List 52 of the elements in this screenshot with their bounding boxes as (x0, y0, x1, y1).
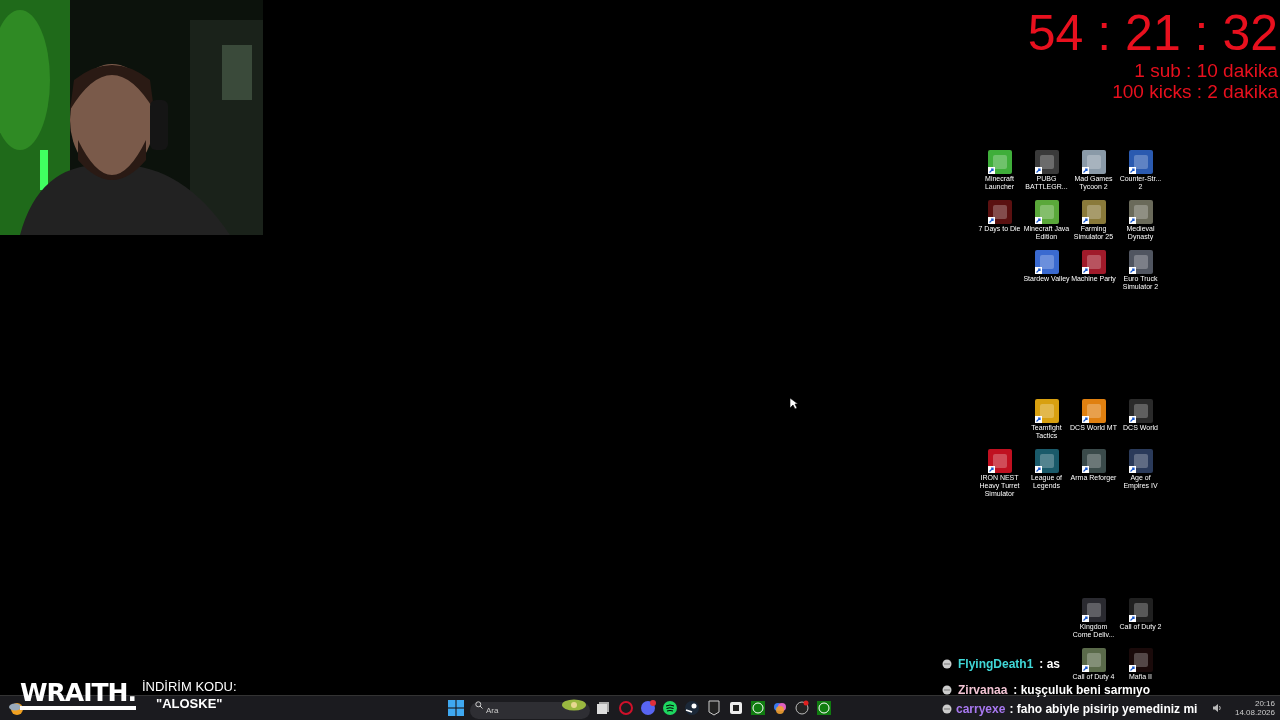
shortcut-icon[interactable] (1128, 249, 1153, 274)
task-view-icon[interactable] (596, 700, 612, 716)
shortcut-icon[interactable] (1081, 399, 1106, 423)
user-badge-icon (942, 659, 952, 669)
discount-caption: İNDİRİM KODU: (141, 680, 237, 695)
shortcut-icon[interactable] (987, 199, 1012, 224)
user-badge-icon (942, 704, 952, 714)
square-icon[interactable] (728, 700, 744, 716)
shortcut-icon[interactable] (1128, 199, 1153, 224)
stripes-icon[interactable] (662, 700, 678, 716)
brand-logo: WRAITH. (20, 680, 136, 710)
shortcut-icon[interactable] (1128, 150, 1153, 174)
shortcut-icon[interactable] (1034, 448, 1059, 473)
chat-username: carryexe (956, 702, 1006, 716)
shortcut-icon[interactable] (1081, 249, 1106, 274)
cursor-icon (790, 398, 798, 410)
shortcut-icon[interactable] (1034, 249, 1059, 274)
shortcut-icon[interactable] (1081, 647, 1106, 672)
shortcut-icon[interactable] (1081, 448, 1106, 473)
countdown-timer: 54 : 21 : 32 (1027, 6, 1278, 61)
ring-icon[interactable] (618, 700, 634, 716)
chat-message: : faho abiyle pisirip yemediniz mi (1009, 702, 1198, 716)
shield-icon[interactable] (706, 700, 722, 716)
search-icon (475, 700, 483, 709)
shortcut-icon[interactable] (1081, 150, 1106, 174)
clock-date: 14.08.2026 (1234, 708, 1275, 718)
shortcut-icon[interactable] (1034, 150, 1059, 174)
shortcut-icon[interactable] (1034, 399, 1059, 423)
shortcut-icon[interactable] (1128, 399, 1153, 423)
chat-message: : kuşçuluk beni sarmıyo (1013, 683, 1151, 697)
shortcut-icon[interactable] (1034, 199, 1059, 224)
dial-icon[interactable] (794, 700, 810, 716)
shortcut-icon[interactable] (987, 448, 1012, 473)
chat-username: FlyingDeath1 (958, 657, 1034, 671)
shortcut-icon[interactable] (1081, 199, 1106, 224)
speaker-icon (1212, 703, 1222, 713)
start-icon[interactable] (448, 700, 464, 716)
search-field[interactable]: Ara (470, 702, 590, 719)
clock-time: 20:16 (1253, 698, 1275, 709)
shortcut-icon[interactable] (1128, 647, 1153, 672)
weather-icon (8, 700, 24, 716)
timer-rule: 100 kicks : 2 dakika (1111, 81, 1278, 103)
shortcut-icon[interactable] (1128, 448, 1153, 473)
shortcut-icon[interactable] (987, 150, 1012, 174)
chat-message: : as (1039, 657, 1061, 671)
shortcut-icon[interactable] (1081, 598, 1106, 623)
shortcut-icon[interactable] (1128, 598, 1153, 623)
colorful-swirl-icon[interactable] (772, 700, 788, 716)
user-badge-icon (942, 685, 952, 695)
chat-username: Zirvanaa (958, 683, 1008, 697)
timer-rule: 1 sub : 10 dakika (1133, 61, 1278, 82)
discount-code: "ALOSKE" (155, 695, 224, 714)
